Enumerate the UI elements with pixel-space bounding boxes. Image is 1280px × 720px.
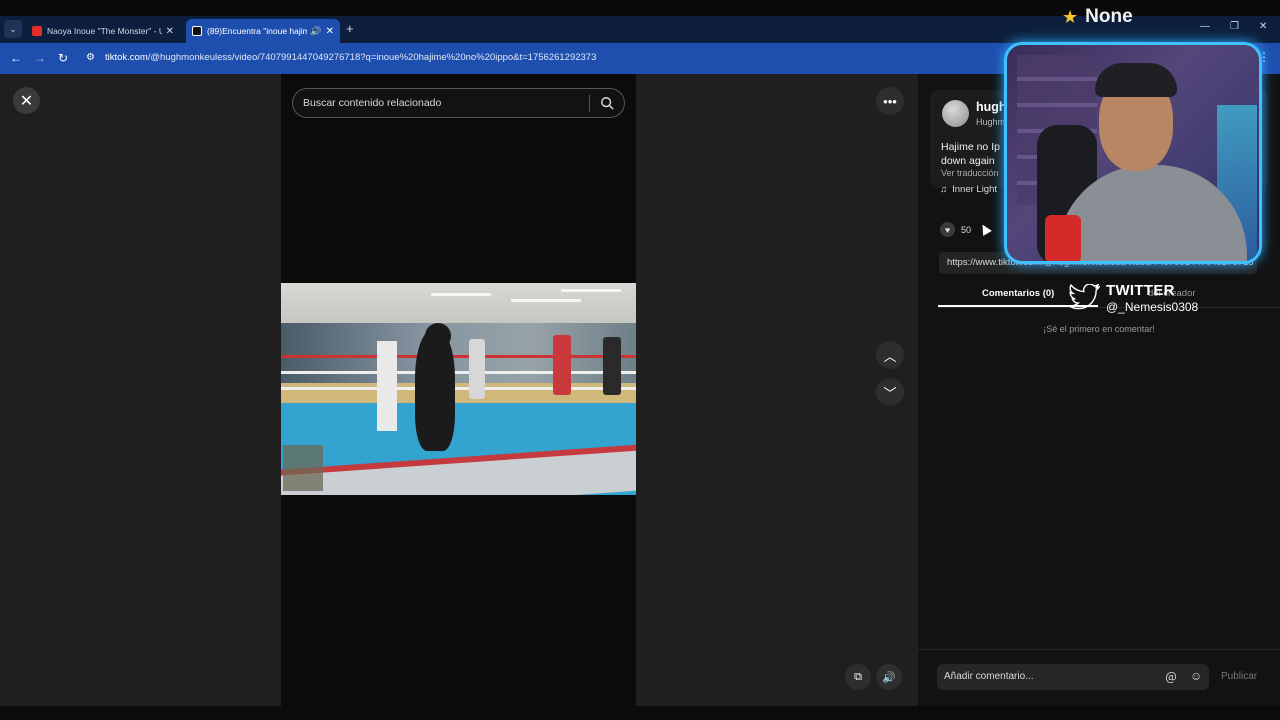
youtube-favicon-icon bbox=[32, 26, 42, 36]
publish-button[interactable]: Publicar bbox=[1221, 671, 1257, 682]
twitter-bird-icon bbox=[1068, 284, 1100, 310]
music-title: Inner Light bbox=[952, 184, 998, 195]
tab-youtube[interactable]: Naoya Inoue "The Monster" - U ✕ bbox=[26, 19, 180, 43]
ceiling-light bbox=[561, 289, 621, 292]
close-tab-icon[interactable]: ✕ bbox=[326, 26, 334, 37]
music-note-icon: ♫ bbox=[940, 184, 948, 195]
search-divider bbox=[589, 95, 590, 112]
close-icon[interactable]: ✕ bbox=[13, 87, 40, 114]
overlay-title: ★ None bbox=[1062, 6, 1133, 28]
ring-corner-post bbox=[377, 341, 397, 431]
emoji-icon[interactable]: ☺ bbox=[1190, 669, 1202, 683]
tab-audio-icon[interactable]: 🔊 bbox=[310, 26, 321, 37]
twitter-label: TWITTER bbox=[1106, 282, 1175, 299]
restore-icon[interactable]: ❐ bbox=[1230, 21, 1239, 32]
ring-rope bbox=[281, 355, 636, 358]
tiktok-favicon-icon bbox=[192, 26, 202, 36]
back-icon[interactable]: ← bbox=[10, 51, 22, 65]
tab-tiktok[interactable]: (89)Encuentra "inoue hajime 🔊 ✕ bbox=[186, 19, 340, 43]
mention-icon[interactable]: ＠ bbox=[1165, 669, 1177, 686]
username[interactable]: hugh bbox=[976, 100, 1007, 114]
search-placeholder: Buscar contenido relacionado bbox=[303, 97, 442, 109]
more-icon[interactable]: ••• bbox=[876, 87, 904, 115]
overlay-title-text: None bbox=[1085, 6, 1133, 27]
stats-row: ♥ 50 bbox=[940, 222, 971, 237]
tab-list-button[interactable]: ⌄ bbox=[4, 20, 22, 38]
screen: ⌄ Naoya Inoue "The Monster" - U ✕ (89)En… bbox=[0, 0, 1280, 720]
ceiling-light bbox=[511, 299, 581, 302]
minimize-icon[interactable]: — bbox=[1200, 21, 1210, 32]
ring-rope bbox=[281, 387, 636, 390]
ceiling-light bbox=[431, 293, 491, 296]
music-link[interactable]: ♫ Inner Light bbox=[940, 184, 997, 195]
bottom-strip bbox=[0, 706, 1280, 720]
gym-wall bbox=[281, 323, 636, 383]
video-description: Hajime no Ip down again bbox=[941, 141, 1000, 167]
spectator bbox=[553, 335, 571, 395]
chevron-down-icon[interactable]: ﹀ bbox=[876, 378, 904, 406]
site-info-icon[interactable]: ⚙ bbox=[86, 52, 95, 63]
streamer-webcam-overlay bbox=[1004, 42, 1262, 264]
chevron-up-icon[interactable]: ︿ bbox=[876, 341, 904, 369]
avatar[interactable] bbox=[942, 100, 969, 127]
new-tab-button[interactable]: + bbox=[346, 21, 354, 36]
search-input[interactable]: Buscar contenido relacionado bbox=[292, 88, 625, 118]
translate-link[interactable]: Ver traducción bbox=[941, 168, 999, 178]
video-watermark bbox=[283, 445, 323, 491]
close-window-icon[interactable]: ✕ bbox=[1259, 21, 1267, 32]
tab-title: (89)Encuentra "inoue hajime bbox=[207, 26, 308, 36]
spectator bbox=[469, 339, 485, 399]
volume-icon[interactable]: 🔊 bbox=[876, 664, 902, 690]
close-tab-icon[interactable]: ✕ bbox=[166, 26, 174, 37]
user-subname: Hughm bbox=[976, 117, 1006, 127]
boxer bbox=[415, 331, 455, 451]
tab-comments[interactable]: Comentarios (0) bbox=[982, 288, 1054, 299]
star-icon: ★ bbox=[1062, 6, 1079, 27]
ring-rope bbox=[281, 371, 636, 374]
empty-comments-text: ¡Sé el primero en comentar! bbox=[1043, 324, 1155, 334]
boxer bbox=[425, 323, 451, 349]
search-icon[interactable] bbox=[600, 96, 614, 110]
like-count: 50 bbox=[961, 224, 972, 235]
forward-icon[interactable]: → bbox=[34, 51, 46, 65]
twitter-handle: @_Nemesis0308 bbox=[1106, 300, 1199, 314]
url-field[interactable]: tiktok.com/@hughmonkeuless/video/7407991… bbox=[105, 52, 596, 63]
tab-title: Naoya Inoue "The Monster" - U bbox=[47, 26, 162, 36]
url-domain: tiktok.com bbox=[105, 52, 148, 63]
spectator bbox=[603, 337, 621, 395]
red-mug bbox=[1045, 215, 1081, 261]
streamer-cap bbox=[1095, 63, 1177, 97]
pip-icon[interactable]: ⧉ bbox=[845, 664, 871, 690]
video-column: Buscar contenido relacionado bbox=[281, 74, 636, 706]
url-path: /@hughmonkeuless/video/74079914470492767… bbox=[147, 52, 597, 63]
comment-bar: Añadir comentario... ＠ ☺ Publicar bbox=[918, 649, 1280, 706]
comment-input[interactable]: Añadir comentario... ＠ ☺ bbox=[937, 664, 1209, 690]
heart-icon[interactable]: ♥ bbox=[940, 222, 955, 237]
video-frame[interactable] bbox=[281, 283, 636, 495]
reload-icon[interactable]: ↻ bbox=[58, 51, 68, 65]
comment-placeholder: Añadir comentario... bbox=[944, 671, 1034, 682]
